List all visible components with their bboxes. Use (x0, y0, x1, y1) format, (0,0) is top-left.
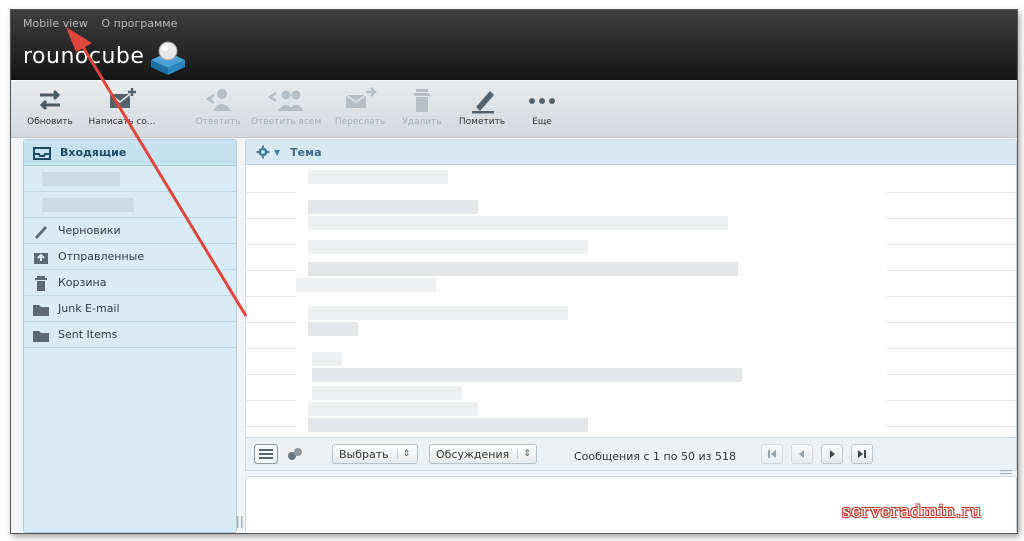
forward-button[interactable]: Переслать (325, 85, 395, 135)
compose-button[interactable]: Написать со... (87, 85, 157, 135)
blurred-subject (296, 278, 436, 292)
folder-sent-label: Отправленные (58, 250, 145, 263)
toolbar: Обновить Написать со... Ответить Ответит… (11, 81, 1017, 138)
select-dropdown[interactable]: Выбрать ⇕ (332, 444, 418, 464)
folder-trash[interactable]: Корзина (24, 270, 236, 296)
message-list-header: ▼ Тема (246, 140, 1016, 165)
blurred-subjects (296, 166, 886, 437)
blurred-subject (308, 402, 478, 416)
header-bar: Mobile view О программе rounocube (11, 10, 1017, 80)
more-button[interactable]: Еще (507, 85, 577, 135)
threads-dropdown-label: Обсуждения (436, 447, 510, 461)
watermark: serveradmin.ru (842, 502, 982, 522)
message-rows (246, 166, 1016, 437)
next-page-icon (830, 450, 835, 458)
select-dropdown-label: Выбрать (339, 447, 389, 461)
refresh-button[interactable]: Обновить (15, 85, 85, 135)
blurred-subject (312, 386, 462, 400)
folder-sent[interactable]: Отправленные (24, 244, 236, 270)
column-subject[interactable]: Тема (290, 146, 321, 159)
blurred-subject (308, 322, 358, 336)
reply-all-button[interactable]: Ответить всем (251, 85, 321, 135)
trash-icon (35, 275, 47, 291)
folder-junk[interactable]: Junk E-mail (24, 296, 236, 322)
blurred-subject (308, 216, 728, 230)
roundcube-cube-icon (151, 41, 185, 75)
folder-sidebar: Входящие Черновики Отправленные Корзина … (23, 139, 237, 533)
folder-trash-label: Корзина (58, 276, 107, 289)
subfolder-blurred[interactable] (24, 192, 236, 218)
mark-icon (472, 91, 494, 114)
folder-sent-items[interactable]: Sent Items (24, 322, 236, 348)
folder-inbox[interactable]: Входящие (24, 140, 236, 166)
pencil-icon (35, 225, 47, 239)
folder-icon (33, 330, 49, 342)
folder-junk-label: Junk E-mail (58, 302, 120, 315)
blurred-subject (308, 170, 448, 184)
prev-page-icon (799, 450, 804, 458)
roundcube-window: Mobile view О программе rounocube Обнови… (10, 9, 1018, 534)
reply-all-label: Ответить всем (251, 117, 322, 127)
mobile-view-link[interactable]: Mobile view (23, 17, 88, 30)
blurred-subject (308, 262, 738, 276)
prev-page-button[interactable] (791, 444, 813, 464)
refresh-label: Обновить (27, 117, 73, 127)
blurred-subject (308, 306, 568, 320)
compose-icon (109, 88, 136, 108)
blurred-subject (312, 352, 342, 366)
sidebar-resize-handle[interactable] (235, 515, 245, 529)
reply-button[interactable]: Ответить (183, 85, 253, 135)
folder-drafts-label: Черновики (58, 224, 121, 237)
gear-icon[interactable] (256, 145, 270, 159)
preview-resize-handle[interactable] (999, 469, 1013, 475)
forward-icon (345, 87, 377, 108)
blurred-folder-name (42, 198, 134, 212)
reply-icon (205, 89, 231, 111)
first-page-button[interactable] (761, 444, 783, 464)
blurred-subject (312, 368, 742, 382)
compose-label: Написать со... (88, 117, 156, 127)
folder-inbox-label: Входящие (60, 146, 127, 159)
first-page-icon (768, 450, 776, 458)
folder-drafts[interactable]: Черновики (24, 218, 236, 244)
next-page-button[interactable] (821, 444, 843, 464)
blurred-folder-name (42, 172, 120, 186)
folder-sent-items-label: Sent Items (58, 328, 118, 341)
more-label: Еще (532, 117, 552, 127)
threads-toggle-icon[interactable] (286, 446, 304, 462)
folder-icon (33, 304, 49, 316)
pager-text: Сообщения с 1 по 50 из 518 (574, 450, 736, 463)
about-link[interactable]: О программе (101, 17, 177, 30)
delete-icon (414, 89, 430, 112)
reply-all-icon (267, 90, 304, 111)
sent-icon (34, 252, 48, 264)
updown-icon: ⇕ (396, 449, 410, 459)
threads-dropdown[interactable]: Обсуждения ⇕ (429, 444, 537, 464)
message-list-footer: Выбрать ⇕ Обсуждения ⇕ Сообщения с 1 по … (245, 437, 1017, 471)
updown-icon: ⇕ (517, 449, 531, 459)
blurred-subject (308, 418, 588, 432)
message-list: ▼ Тема (245, 139, 1017, 438)
last-page-icon (858, 450, 866, 458)
list-options-icon[interactable] (254, 444, 278, 464)
reply-label: Ответить (195, 117, 241, 127)
last-page-button[interactable] (851, 444, 873, 464)
subfolder-blurred[interactable] (24, 166, 236, 192)
more-icon (529, 98, 555, 104)
chevron-down-icon[interactable]: ▼ (274, 148, 280, 157)
logo-text: rounocube (23, 44, 145, 69)
blurred-subject (308, 240, 588, 254)
blurred-subject (308, 200, 478, 214)
inbox-icon (33, 146, 51, 160)
top-links: Mobile view О программе (23, 17, 187, 30)
forward-label: Переслать (334, 117, 386, 127)
refresh-icon (39, 89, 61, 111)
